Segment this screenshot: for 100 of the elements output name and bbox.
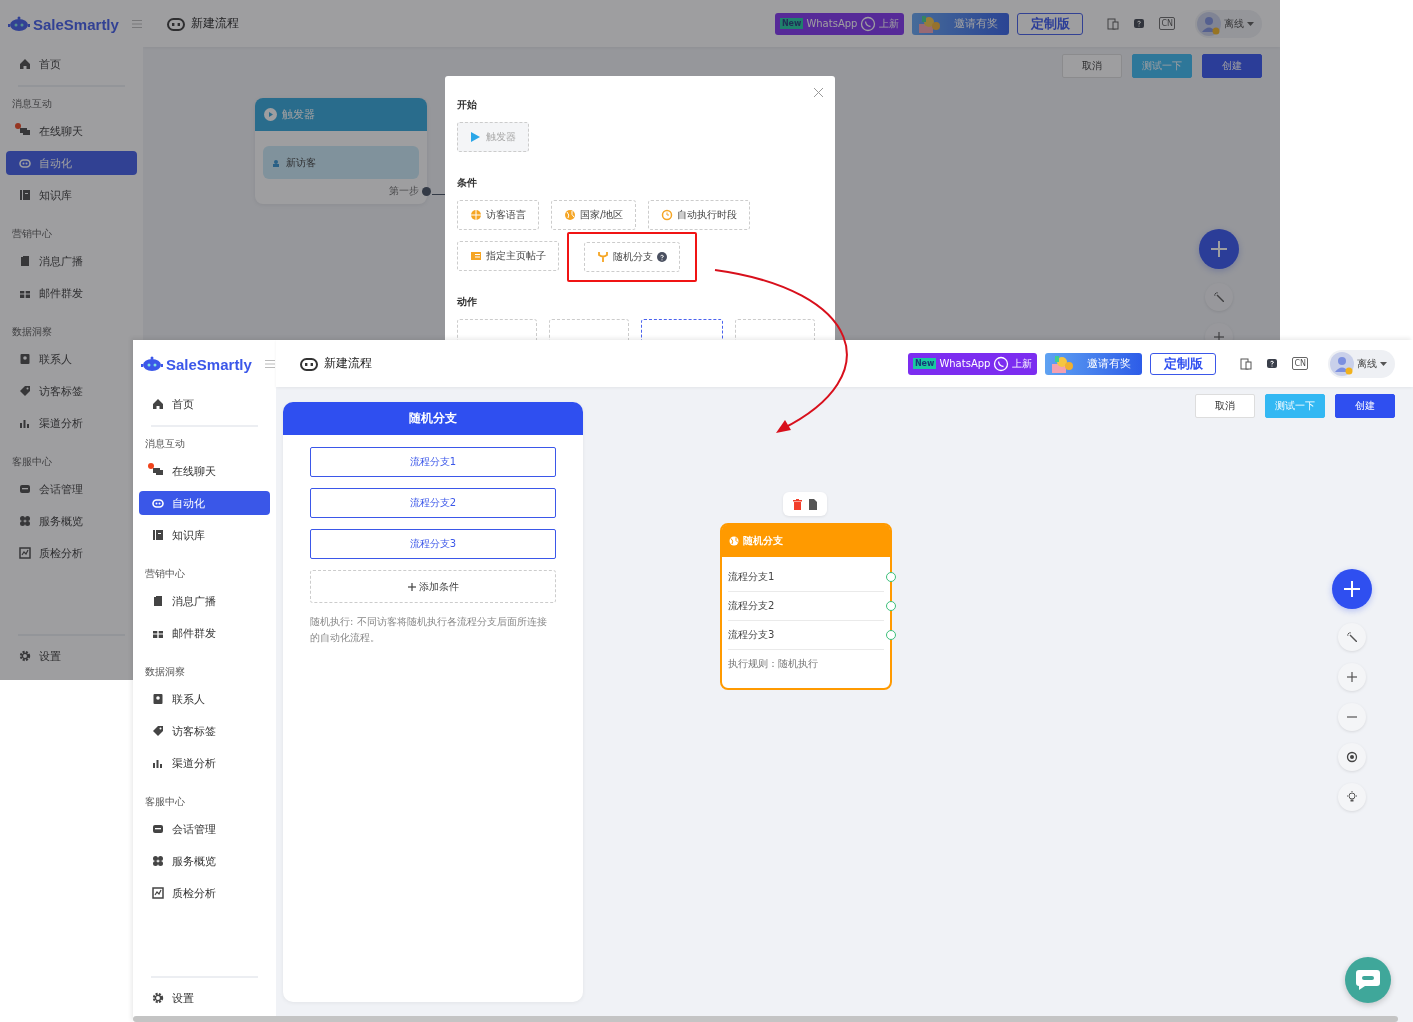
whatsapp-banner[interactable]: New WhatsApp 上新 bbox=[774, 12, 905, 35]
sidebar-item[interactable]: 自动化 bbox=[6, 151, 137, 175]
robot-icon bbox=[300, 356, 318, 371]
home-icon bbox=[19, 58, 31, 70]
sidebar-item[interactable]: 消息广播 bbox=[139, 585, 270, 617]
tag-icon bbox=[152, 725, 164, 737]
sidebar-item[interactable]: 邮件群发 bbox=[6, 277, 137, 309]
output-port[interactable] bbox=[422, 186, 431, 196]
phone-bubble-icon bbox=[860, 15, 877, 32]
sidebar-item[interactable]: 质检分析 bbox=[139, 877, 270, 909]
sidebar-item[interactable]: 渠道分析 bbox=[6, 407, 137, 439]
zoom-out-button[interactable] bbox=[1338, 703, 1366, 731]
play-icon bbox=[470, 131, 482, 143]
chat-icon bbox=[19, 125, 31, 137]
sidebar-item[interactable]: 服务概览 bbox=[139, 845, 270, 877]
sidebar-item[interactable]: 服务概览 bbox=[6, 505, 137, 537]
avatar-icon bbox=[1197, 11, 1221, 36]
output-port[interactable] bbox=[886, 630, 896, 640]
section-title: 营销中心 bbox=[145, 567, 185, 581]
sidebar-item[interactable]: 访客标签 bbox=[139, 715, 270, 747]
language-button[interactable]: CN bbox=[1159, 17, 1175, 30]
language-button[interactable]: CN bbox=[1292, 357, 1308, 370]
devices-icon[interactable] bbox=[1240, 357, 1253, 370]
user-menu[interactable]: 离线 bbox=[1328, 349, 1395, 378]
branch-button[interactable]: 流程分支2 bbox=[310, 488, 556, 518]
new-tag: New bbox=[779, 18, 804, 29]
section-title: 营销中心 bbox=[12, 227, 52, 241]
option-button[interactable]: 自动执行时段 bbox=[648, 200, 751, 230]
add-button[interactable] bbox=[1332, 569, 1372, 609]
branch-button[interactable]: 流程分支1 bbox=[310, 447, 556, 477]
bar-chart-icon bbox=[152, 757, 164, 769]
sidebar-item[interactable]: 自动化 bbox=[139, 491, 270, 515]
caret-icon bbox=[1380, 361, 1387, 366]
invite-banner[interactable]: 邀请有奖 bbox=[1045, 352, 1143, 375]
whatsapp-banner[interactable]: New WhatsApp 上新 bbox=[907, 352, 1038, 375]
plan-button[interactable]: 定制版 bbox=[1017, 12, 1084, 35]
bar-chart-icon bbox=[19, 417, 31, 429]
option-button[interactable]: 国家/地区 bbox=[551, 200, 637, 230]
output-port[interactable] bbox=[886, 572, 896, 582]
close-icon[interactable] bbox=[814, 88, 823, 97]
add-button[interactable] bbox=[1199, 229, 1239, 269]
tips-button[interactable] bbox=[1338, 783, 1366, 811]
center-button[interactable] bbox=[1338, 743, 1366, 771]
cancel-button[interactable]: 取消 bbox=[1195, 394, 1255, 418]
clock-icon bbox=[661, 209, 674, 221]
sidebar-item[interactable]: 设置 bbox=[6, 640, 137, 672]
globe-icon bbox=[470, 209, 482, 221]
chat-bubble-icon bbox=[1355, 969, 1381, 991]
sidebar-item[interactable]: 访客标签 bbox=[6, 375, 137, 407]
target-icon bbox=[1346, 751, 1358, 763]
gear-icon bbox=[19, 650, 31, 662]
sidebar-item[interactable]: 在线聊天 bbox=[139, 455, 270, 487]
invite-banner[interactable]: 邀请有奖 bbox=[912, 12, 1010, 35]
copy-icon[interactable] bbox=[808, 498, 817, 510]
scrollbar[interactable] bbox=[133, 1016, 1398, 1022]
zoom-in-button[interactable] bbox=[1338, 663, 1366, 691]
branch-button[interactable]: 流程分支3 bbox=[310, 529, 556, 559]
sidebar-item[interactable]: 会话管理 bbox=[6, 473, 137, 505]
book-icon bbox=[19, 189, 31, 201]
create-button[interactable]: 创建 bbox=[1335, 394, 1395, 418]
option-button[interactable]: 随机分支 bbox=[584, 242, 680, 272]
menu-icon[interactable] bbox=[264, 360, 275, 368]
sidebar-item[interactable]: 邮件群发 bbox=[139, 617, 270, 649]
sidebar-item[interactable]: 渠道分析 bbox=[139, 747, 270, 779]
menu-icon[interactable] bbox=[131, 20, 142, 28]
sidebar-item[interactable]: 知识库 bbox=[6, 179, 137, 211]
branch-label: 流程分支3 bbox=[728, 628, 775, 642]
trash-icon[interactable] bbox=[793, 498, 802, 510]
plan-button[interactable]: 定制版 bbox=[1150, 352, 1217, 375]
sidebar-item[interactable]: 消息广播 bbox=[6, 245, 137, 277]
cancel-button[interactable]: 取消 bbox=[1062, 54, 1122, 78]
chat-icon bbox=[152, 465, 164, 477]
sidebar-item[interactable]: 联系人 bbox=[6, 343, 137, 375]
sidebar-item[interactable]: 知识库 bbox=[139, 519, 270, 551]
wand-icon bbox=[1214, 292, 1224, 302]
magic-wand-button[interactable] bbox=[1338, 623, 1366, 651]
caret-icon bbox=[1247, 21, 1254, 26]
output-port[interactable] bbox=[886, 601, 896, 611]
option-button[interactable]: 指定主页帖子 bbox=[457, 241, 559, 271]
chat-launcher[interactable] bbox=[1345, 957, 1391, 1003]
sidebar-item[interactable]: 在线聊天 bbox=[6, 115, 137, 147]
help-icon[interactable] bbox=[1133, 17, 1146, 30]
section-title: 消息互动 bbox=[145, 437, 185, 451]
magic-wand-button[interactable] bbox=[1205, 283, 1233, 311]
book-icon bbox=[152, 529, 164, 541]
devices-icon[interactable] bbox=[1107, 17, 1120, 30]
create-button[interactable]: 创建 bbox=[1202, 54, 1262, 78]
home-icon bbox=[152, 398, 164, 410]
sidebar-item[interactable]: 设置 bbox=[139, 982, 270, 1014]
option-button[interactable]: 访客语言 bbox=[457, 200, 539, 230]
help-icon[interactable] bbox=[1266, 357, 1279, 370]
sidebar-item[interactable]: 联系人 bbox=[139, 683, 270, 715]
user-menu[interactable]: 离线 bbox=[1195, 9, 1262, 38]
sidebar-item[interactable]: 会话管理 bbox=[139, 813, 270, 845]
sidebar-item[interactable]: 质检分析 bbox=[6, 537, 137, 569]
sidebar-item[interactable]: 首页 bbox=[139, 388, 270, 420]
add-condition-button[interactable]: 添加条件 bbox=[310, 570, 556, 603]
page-title: 新建流程 bbox=[324, 355, 372, 372]
sidebar-item[interactable]: 首页 bbox=[6, 48, 137, 80]
rule-text: 执行规则：随机执行 bbox=[728, 657, 819, 671]
